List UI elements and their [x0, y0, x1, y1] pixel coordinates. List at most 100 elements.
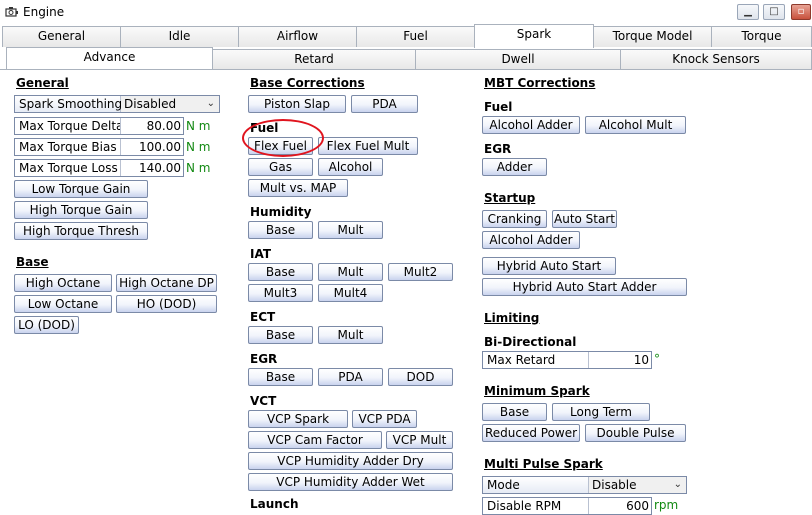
- humidity-subheading: Humidity: [250, 205, 312, 219]
- general-heading: General: [16, 76, 69, 90]
- long-term-button[interactable]: Long Term: [552, 403, 650, 421]
- disable-rpm-label: Disable RPM: [483, 498, 589, 514]
- max-torque-loss-field[interactable]: Max Torque Loss 140.00: [14, 159, 184, 177]
- limiting-heading: Limiting: [484, 311, 540, 325]
- pda-button[interactable]: PDA: [351, 95, 418, 113]
- vcp-mult-button[interactable]: VCP Mult: [386, 431, 453, 449]
- tab-torque-model[interactable]: Torque Model: [593, 26, 712, 47]
- engine-icon: [5, 7, 18, 17]
- tab-retard[interactable]: Retard: [212, 49, 416, 69]
- minimize-icon: ▁: [744, 6, 752, 17]
- iat-mult4-button[interactable]: Mult4: [318, 284, 383, 302]
- high-octane-button[interactable]: High Octane: [14, 274, 112, 292]
- lo-dod-button[interactable]: LO (DOD): [14, 316, 79, 334]
- low-octane-button[interactable]: Low Octane: [14, 295, 112, 313]
- egr-base-button[interactable]: Base: [248, 368, 313, 386]
- iat-base-button[interactable]: Base: [248, 263, 313, 281]
- title-bar: Engine ▁ □ ▫: [0, 0, 812, 26]
- max-torque-loss-value[interactable]: 140.00: [121, 160, 183, 176]
- tab-divider: [0, 69, 812, 70]
- close-icon: ▫: [797, 6, 805, 17]
- mbt-fuel-subheading: Fuel: [484, 100, 513, 114]
- vcp-cam-factor-button[interactable]: VCP Cam Factor: [248, 431, 382, 449]
- humidity-mult-button[interactable]: Mult: [318, 221, 383, 239]
- mode-label: Mode: [483, 477, 589, 493]
- spark-smoothing-value: Disabled: [121, 96, 219, 112]
- vcp-pda-button[interactable]: VCP PDA: [352, 410, 417, 428]
- vcp-humidity-adder-wet-button[interactable]: VCP Humidity Adder Wet: [248, 473, 453, 491]
- tab-advance[interactable]: Advance: [6, 47, 213, 69]
- egr-dod-button[interactable]: DOD: [388, 368, 453, 386]
- high-torque-gain-button[interactable]: High Torque Gain: [14, 201, 148, 219]
- flex-fuel-mult-button[interactable]: Flex Fuel Mult: [318, 137, 418, 155]
- min-spark-base-button[interactable]: Base: [482, 403, 547, 421]
- mbt-corrections-heading: MBT Corrections: [484, 76, 596, 90]
- launch-subheading: Launch: [250, 497, 299, 511]
- reduced-power-button[interactable]: Reduced Power: [482, 424, 580, 442]
- ect-mult-button[interactable]: Mult: [318, 326, 383, 344]
- startup-heading: Startup: [484, 191, 536, 205]
- disable-rpm-field[interactable]: Disable RPM 600: [482, 497, 652, 515]
- egr-subheading: EGR: [250, 352, 278, 366]
- spark-smoothing-select[interactable]: Spark Smoothing Disabled ⌄: [14, 95, 220, 113]
- max-retard-field[interactable]: Max Retard 10: [482, 351, 652, 369]
- ect-subheading: ECT: [250, 310, 276, 324]
- high-octane-dp-button[interactable]: High Octane DP: [116, 274, 217, 292]
- max-torque-delta-value[interactable]: 80.00: [121, 118, 183, 134]
- max-torque-bias-label: Max Torque Bias: [15, 139, 121, 155]
- auto-start-button[interactable]: Auto Start: [552, 210, 617, 228]
- mult-vs-map-button[interactable]: Mult vs. MAP: [248, 179, 348, 197]
- hybrid-auto-start-button[interactable]: Hybrid Auto Start: [482, 257, 616, 275]
- tab-torque-management[interactable]: Torque Managem: [711, 26, 812, 47]
- tab-spark[interactable]: Spark: [474, 24, 594, 48]
- ect-base-button[interactable]: Base: [248, 326, 313, 344]
- gas-button[interactable]: Gas: [248, 158, 313, 176]
- iat-mult2-button[interactable]: Mult2: [388, 263, 453, 281]
- mbt-egr-adder-button[interactable]: Adder: [482, 158, 547, 176]
- mbt-alcohol-adder-button[interactable]: Alcohol Adder: [482, 116, 580, 134]
- close-button[interactable]: ▫: [791, 4, 811, 20]
- double-pulse-button[interactable]: Double Pulse: [585, 424, 686, 442]
- hybrid-auto-start-adder-button[interactable]: Hybrid Auto Start Adder: [482, 278, 687, 296]
- max-torque-bias-field[interactable]: Max Torque Bias 100.00: [14, 138, 184, 156]
- mode-value: Disable: [589, 477, 686, 493]
- max-torque-loss-unit: N m: [186, 161, 211, 175]
- iat-mult-button[interactable]: Mult: [318, 263, 383, 281]
- ho-dod-button[interactable]: HO (DOD): [116, 295, 217, 313]
- tab-general[interactable]: General: [2, 26, 121, 47]
- mbt-egr-subheading: EGR: [484, 142, 512, 156]
- max-retard-label: Max Retard: [483, 352, 589, 368]
- alcohol-button[interactable]: Alcohol: [318, 158, 383, 176]
- mode-select[interactable]: Mode Disable ⌄: [482, 476, 687, 494]
- tab-dwell[interactable]: Dwell: [415, 49, 621, 69]
- maximize-button[interactable]: □: [763, 4, 785, 20]
- cranking-button[interactable]: Cranking: [482, 210, 547, 228]
- tab-airflow[interactable]: Airflow: [238, 26, 357, 47]
- piston-slap-button[interactable]: Piston Slap: [248, 95, 346, 113]
- vct-subheading: VCT: [250, 394, 277, 408]
- tab-knock-sensors[interactable]: Knock Sensors: [620, 49, 812, 69]
- tab-idle[interactable]: Idle: [120, 26, 239, 47]
- vcp-humidity-adder-dry-button[interactable]: VCP Humidity Adder Dry: [248, 452, 453, 470]
- iat-mult3-button[interactable]: Mult3: [248, 284, 313, 302]
- base-corrections-heading: Base Corrections: [250, 76, 365, 90]
- mbt-alcohol-mult-button[interactable]: Alcohol Mult: [585, 116, 686, 134]
- disable-rpm-value[interactable]: 600: [589, 498, 651, 514]
- minimize-button[interactable]: ▁: [737, 4, 759, 20]
- humidity-base-button[interactable]: Base: [248, 221, 313, 239]
- max-retard-value[interactable]: 10: [589, 352, 651, 368]
- tab-fuel[interactable]: Fuel: [356, 26, 475, 47]
- spark-smoothing-label: Spark Smoothing: [15, 96, 122, 112]
- max-torque-bias-unit: N m: [186, 140, 211, 154]
- vcp-spark-button[interactable]: VCP Spark: [248, 410, 348, 428]
- max-torque-delta-field[interactable]: Max Torque Delta 80.00: [14, 117, 184, 135]
- low-torque-gain-button[interactable]: Low Torque Gain: [14, 180, 148, 198]
- chevron-down-icon: ⌄: [673, 479, 682, 490]
- bi-directional-subheading: Bi-Directional: [484, 335, 577, 349]
- maximize-icon: □: [769, 6, 779, 17]
- startup-alcohol-adder-button[interactable]: Alcohol Adder: [482, 231, 580, 249]
- high-torque-thresh-button[interactable]: High Torque Thresh: [14, 222, 148, 240]
- egr-pda-button[interactable]: PDA: [318, 368, 383, 386]
- max-torque-delta-label: Max Torque Delta: [15, 118, 121, 134]
- max-torque-bias-value[interactable]: 100.00: [121, 139, 183, 155]
